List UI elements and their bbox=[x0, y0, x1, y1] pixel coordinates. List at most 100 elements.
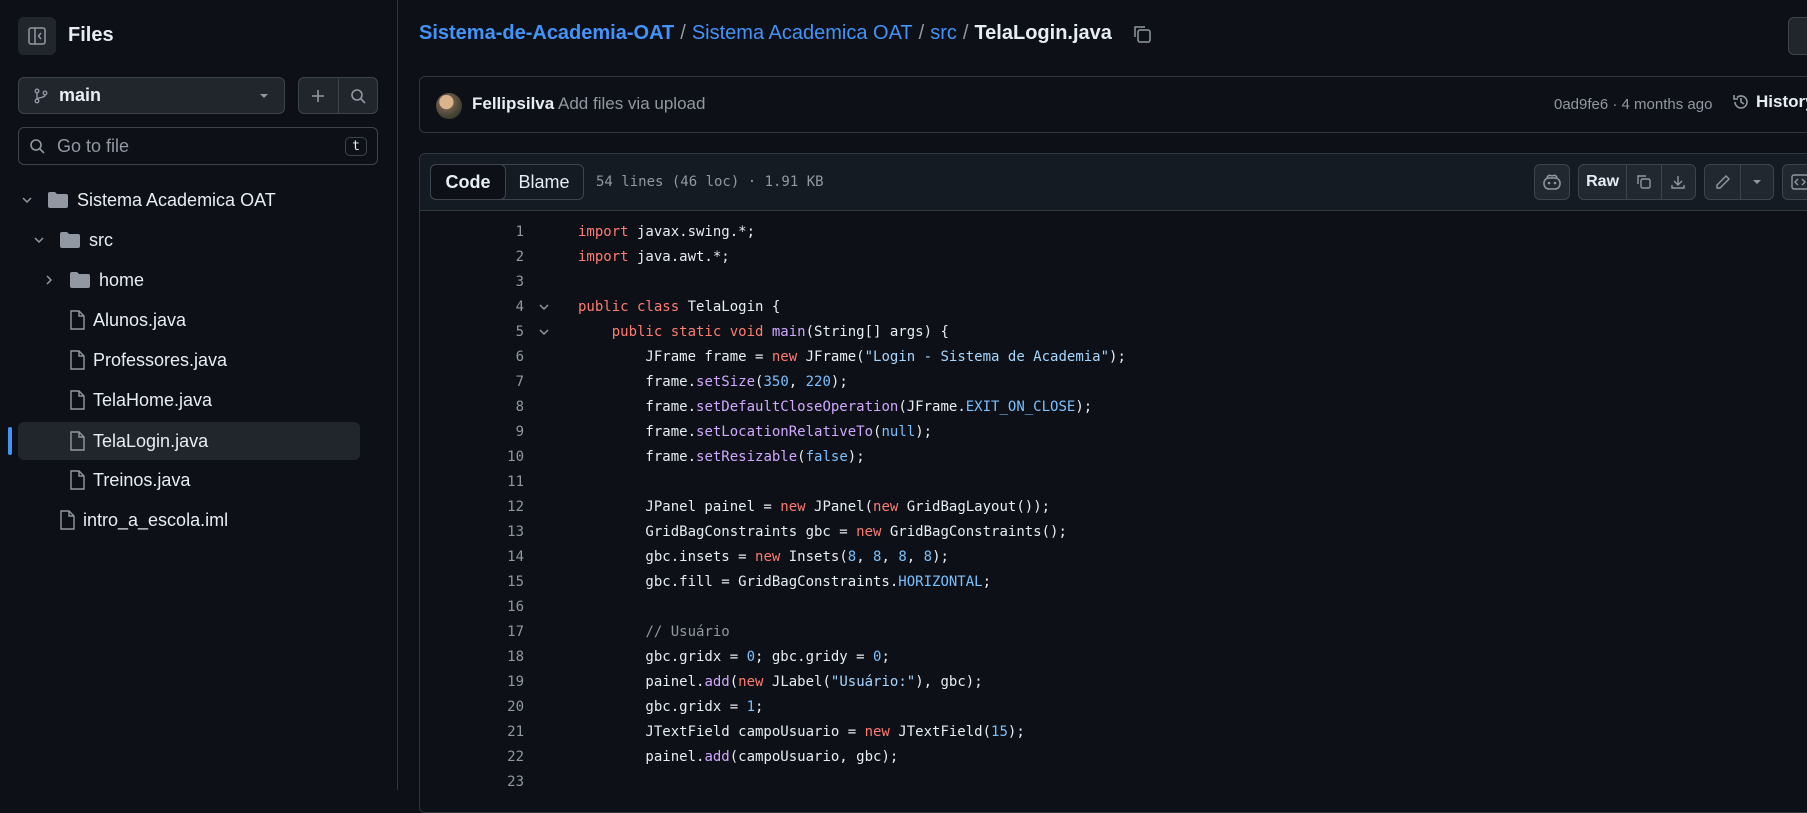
raw-button[interactable]: Raw bbox=[1579, 165, 1628, 199]
tree-file-alunos[interactable]: Alunos.java bbox=[18, 301, 360, 339]
line-number[interactable]: 19 bbox=[420, 674, 524, 690]
tree-actions bbox=[298, 77, 378, 114]
file-icon bbox=[70, 431, 85, 451]
symbols-button[interactable] bbox=[1782, 164, 1807, 200]
code-line: 20 gbc.gridx = 1; bbox=[420, 694, 1807, 719]
line-number[interactable]: 17 bbox=[420, 624, 524, 640]
line-number[interactable]: 7 bbox=[420, 374, 524, 390]
tree-label: Treinos.java bbox=[93, 469, 191, 490]
tree-folder-home[interactable]: home bbox=[18, 261, 360, 299]
tree-file-telahome[interactable]: TelaHome.java bbox=[18, 381, 360, 419]
line-number[interactable]: 12 bbox=[420, 499, 524, 515]
line-number[interactable]: 15 bbox=[420, 574, 524, 590]
history-icon bbox=[1733, 95, 1748, 109]
copy-icon bbox=[1134, 25, 1151, 43]
tree-label: src bbox=[89, 229, 113, 250]
history-button[interactable]: History bbox=[1732, 92, 1807, 112]
line-number[interactable]: 2 bbox=[420, 249, 524, 265]
tree-folder-sistema-academica-oat[interactable]: Sistema Academica OAT bbox=[18, 181, 360, 219]
pencil-icon bbox=[1716, 175, 1730, 189]
copy-icon bbox=[1637, 175, 1651, 189]
line-number[interactable]: 13 bbox=[420, 524, 524, 540]
breadcrumb-current-file: TelaLogin.java bbox=[974, 22, 1112, 44]
shortcut-key: t bbox=[345, 136, 367, 156]
line-number[interactable]: 4 bbox=[420, 299, 524, 315]
tree-label: Alunos.java bbox=[93, 309, 187, 330]
breadcrumb-separator: / bbox=[918, 22, 925, 44]
code-line: 9 frame.setLocationRelativeTo(null); bbox=[420, 419, 1807, 444]
line-number[interactable]: 1 bbox=[420, 224, 524, 240]
line-number[interactable]: 18 bbox=[420, 649, 524, 665]
code-square-icon bbox=[1791, 174, 1807, 190]
go-to-file-input[interactable] bbox=[55, 134, 336, 158]
line-number[interactable]: 11 bbox=[420, 474, 524, 490]
edit-options-button[interactable] bbox=[1741, 165, 1773, 199]
copilot-button[interactable] bbox=[1534, 164, 1570, 200]
code-line: 16 bbox=[420, 594, 1807, 619]
tree-file-treinos[interactable]: Treinos.java bbox=[18, 461, 360, 499]
line-number[interactable]: 14 bbox=[420, 549, 524, 565]
breadcrumb-src[interactable]: src bbox=[930, 22, 957, 45]
line-number[interactable]: 9 bbox=[420, 424, 524, 440]
code-line: 18 gbc.gridx = 0; gbc.gridy = 0; bbox=[420, 644, 1807, 669]
line-number[interactable]: 16 bbox=[420, 599, 524, 615]
tree-file-telalogin[interactable]: TelaLogin.java bbox=[18, 422, 360, 460]
commit-message[interactable]: Add files via upload bbox=[558, 94, 705, 114]
commit-author[interactable]: Fellipsilva bbox=[472, 94, 554, 114]
breadcrumb-separator: / bbox=[962, 22, 969, 44]
chevron-down-icon bbox=[22, 197, 32, 204]
copy-raw-button[interactable] bbox=[1627, 165, 1662, 199]
code-line: 14 gbc.insets = new Insets(8, 8, 8, 8); bbox=[420, 544, 1807, 569]
file-icon bbox=[70, 390, 85, 410]
chevron-right-icon bbox=[46, 275, 53, 285]
git-branch-icon bbox=[34, 88, 48, 103]
breadcrumb-folder[interactable]: Sistema Academica OAT bbox=[692, 22, 913, 45]
line-number[interactable]: 23 bbox=[420, 774, 524, 790]
search-files-button[interactable] bbox=[339, 78, 378, 113]
breadcrumb-repo[interactable]: Sistema-de-Academia-OAT bbox=[419, 22, 674, 45]
line-number[interactable]: 3 bbox=[420, 274, 524, 290]
tree-label: TelaLogin.java bbox=[93, 430, 209, 451]
folder-icon bbox=[70, 272, 90, 288]
copy-path-button[interactable] bbox=[1132, 24, 1152, 44]
tree-label: home bbox=[99, 269, 145, 290]
line-number[interactable]: 8 bbox=[420, 399, 524, 415]
code-line: 2 import java.awt.*; bbox=[420, 244, 1807, 269]
commit-hash-age[interactable]: 0ad9fe6 · 4 months ago bbox=[1554, 96, 1712, 113]
fold-toggle[interactable] bbox=[524, 326, 564, 338]
tab-code[interactable]: Code bbox=[430, 164, 506, 200]
line-number[interactable]: 21 bbox=[420, 724, 524, 740]
line-number[interactable]: 6 bbox=[420, 349, 524, 365]
edit-file-button[interactable] bbox=[1705, 165, 1742, 199]
line-number[interactable]: 10 bbox=[420, 449, 524, 465]
fold-toggle[interactable] bbox=[524, 301, 564, 313]
collapse-sidebar-button[interactable] bbox=[18, 17, 56, 55]
file-viewer: Code Blame 54 lines (46 loc) · 1.91 KB R… bbox=[419, 153, 1807, 813]
line-number[interactable]: 5 bbox=[420, 324, 524, 340]
add-file-button[interactable] bbox=[299, 78, 339, 113]
chevron-down-icon bbox=[539, 328, 549, 335]
code-line: 6 JFrame frame = new JFrame("Login - Sis… bbox=[420, 344, 1807, 369]
selected-indicator bbox=[8, 427, 12, 455]
avatar[interactable] bbox=[436, 93, 462, 119]
line-number[interactable]: 22 bbox=[420, 749, 524, 765]
code-line: 5 public static void main(String[] args)… bbox=[420, 319, 1807, 344]
go-to-file-field[interactable]: t bbox=[18, 127, 378, 165]
more-options-button[interactable] bbox=[1788, 17, 1807, 55]
code-line: 3 bbox=[420, 269, 1807, 294]
tree-folder-src[interactable]: src bbox=[18, 221, 360, 259]
search-icon bbox=[350, 88, 366, 104]
tree-file-intro-a-escola[interactable]: intro_a_escola.iml bbox=[18, 501, 360, 539]
download-button[interactable] bbox=[1662, 165, 1695, 199]
code-line: 7 frame.setSize(350, 220); bbox=[420, 369, 1807, 394]
code-line: 10 frame.setResizable(false); bbox=[420, 444, 1807, 469]
file-icon bbox=[70, 470, 85, 490]
folder-open-icon bbox=[60, 232, 80, 248]
file-meta: 54 lines (46 loc) · 1.91 KB bbox=[596, 174, 824, 190]
code-line: 23 bbox=[420, 769, 1807, 794]
line-number[interactable]: 20 bbox=[420, 699, 524, 715]
branch-selector[interactable]: main bbox=[18, 77, 285, 114]
tab-blame[interactable]: Blame bbox=[505, 165, 583, 199]
tree-file-professores[interactable]: Professores.java bbox=[18, 341, 360, 379]
file-tree-sidebar: Files main t Sistema Academica OAT src bbox=[0, 0, 398, 790]
